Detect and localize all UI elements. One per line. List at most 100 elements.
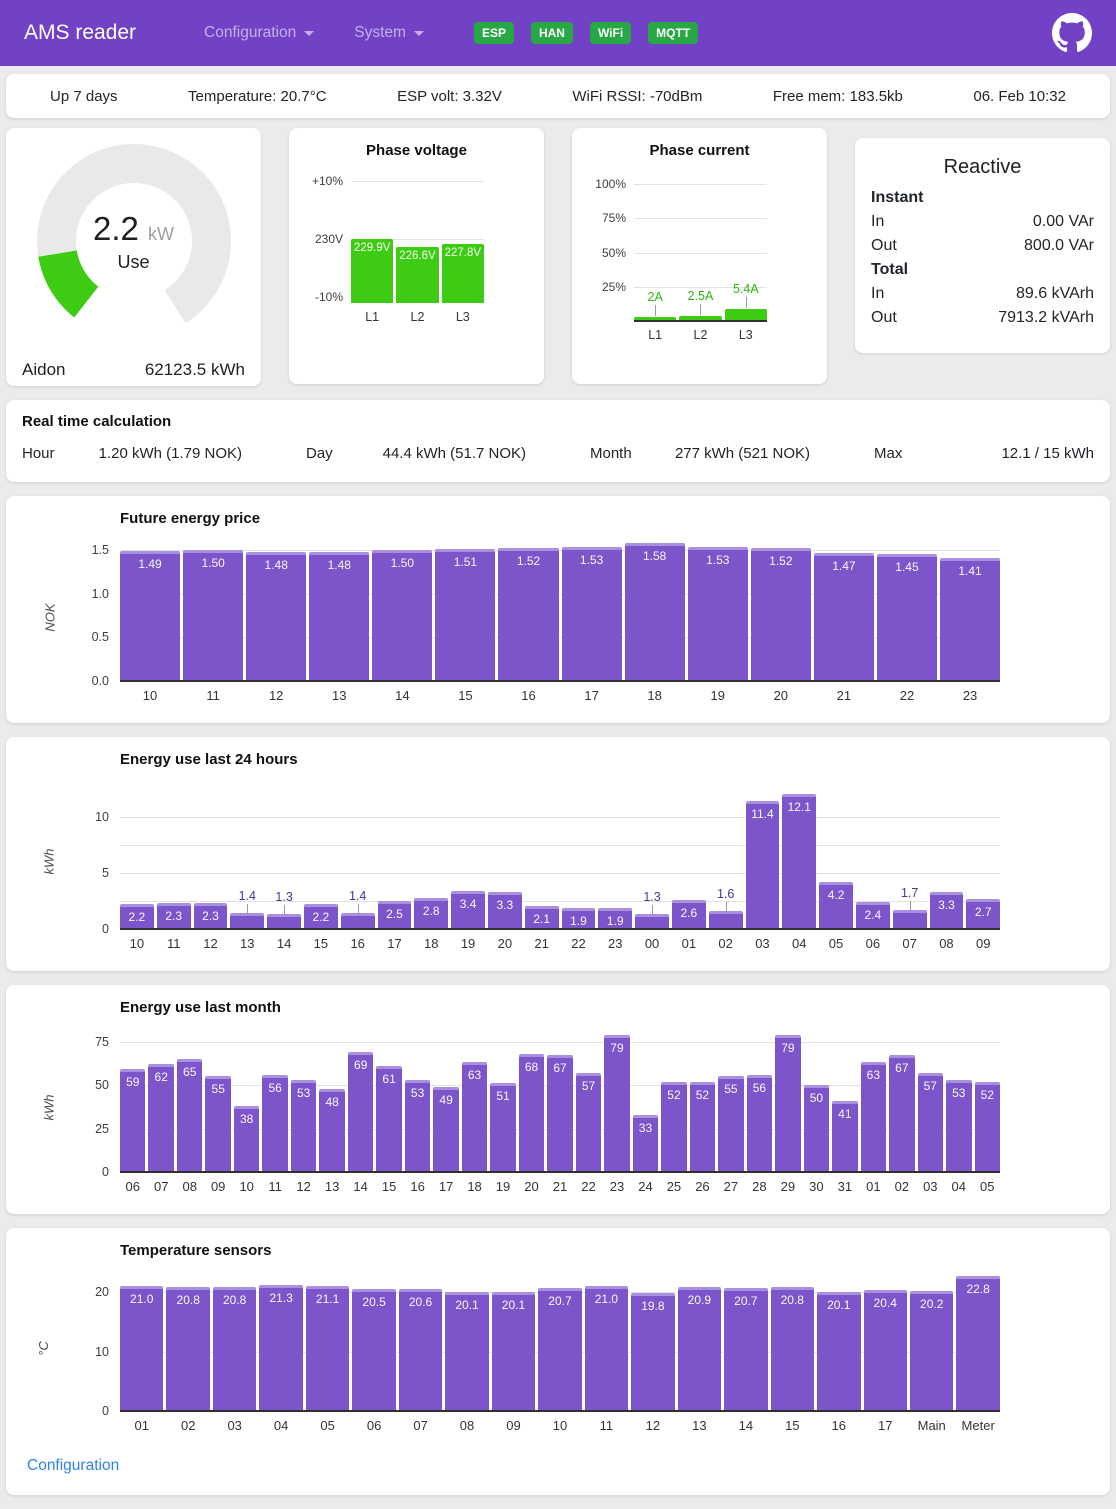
bar-18: 1.58 (625, 543, 685, 681)
x-tick-label: 19 (451, 936, 485, 951)
x-tick-label: 16 (498, 688, 558, 703)
bar-value-label: 1.45 (873, 560, 941, 574)
bar-value-label: 2.2 (300, 910, 342, 924)
status-badges: ESP HAN WiFi MQTT (474, 22, 698, 44)
bar-value-label: 20.8 (162, 1293, 213, 1307)
label-leader-line (652, 905, 653, 916)
x-tick-label: L2 (679, 328, 721, 342)
realtime-title: Real time calculation (22, 413, 1094, 430)
nav-menus: Configuration System (204, 24, 464, 42)
bar-23: 1.9 (598, 908, 632, 929)
x-tick-label: 30 (804, 1179, 829, 1194)
x-tick-label: 06 (120, 1179, 145, 1194)
energy-use-month-plot: 0255075596265553856534869615349635168675… (120, 1032, 1000, 1172)
bar-value-label: 20.4 (860, 1296, 911, 1310)
menu-system[interactable]: System (354, 24, 424, 42)
bar-12: 53 (291, 1080, 316, 1172)
menu-configuration[interactable]: Configuration (204, 24, 314, 42)
app-title: AMS reader (24, 21, 136, 45)
bar-10: 1.49 (120, 551, 180, 681)
chart-title: Temperature sensors (120, 1242, 1110, 1259)
bar-value-label: 20.8 (767, 1293, 818, 1307)
x-tick-label: 18 (462, 1179, 487, 1194)
x-tick-label: 17 (562, 688, 622, 703)
bar-20: 1.52 (751, 548, 811, 681)
configuration-link[interactable]: Configuration (27, 1457, 119, 1475)
bar-value-label: 2.5 (374, 907, 416, 921)
bar-value-label: 79 (771, 1041, 804, 1055)
label-leader-line (746, 297, 747, 308)
bar-00: 1.3 (635, 914, 669, 929)
bar-value-label: 20.8 (209, 1293, 260, 1307)
x-tick-label: 28 (747, 1179, 772, 1194)
x-tick-label: 31 (832, 1179, 857, 1194)
bar-14: 69 (348, 1052, 373, 1172)
bar-12: 2.3 (194, 903, 228, 929)
rt-label: Month (590, 445, 632, 462)
x-tick-label: 21 (525, 936, 559, 951)
bar-22: 1.9 (562, 908, 596, 929)
row-label: Out (871, 309, 897, 327)
bar-value-label: 49 (429, 1093, 462, 1107)
phase-voltage-plot: +10%230V-10%229.9V226.6V227.8V (351, 181, 484, 303)
x-tick-label: 17 (378, 936, 412, 951)
x-tick-label: 20 (488, 936, 522, 951)
phase-current-plot: 100%75%50%25%2A2.5A5.4A (634, 181, 767, 321)
bar-value-label: 20.5 (348, 1295, 399, 1309)
bar-21: 67 (547, 1055, 572, 1172)
x-tick-label: 26 (690, 1179, 715, 1194)
x-tick-label: 14 (267, 936, 301, 951)
y-tick-label: 0 (102, 922, 109, 936)
bar-value-label: 1.3 (245, 890, 323, 904)
bar-29: 79 (775, 1035, 800, 1172)
x-tick-label: 08 (177, 1179, 202, 1194)
bar-value-label: 79 (600, 1041, 633, 1055)
x-tick-label: 05 (975, 1179, 1000, 1194)
x-tick-label: 10 (120, 936, 154, 951)
x-tick-label: 13 (309, 688, 369, 703)
bar-value-label: 1.51 (431, 555, 499, 569)
y-tick-label: 1.5 (92, 543, 109, 557)
bar-value-label: 3.4 (447, 897, 489, 911)
bar-value-label: 67 (543, 1061, 576, 1075)
bar-value-label: 2.4 (852, 908, 894, 922)
bars-group: 1.491.501.481.481.501.511.521.531.581.53… (120, 543, 1000, 681)
free-mem-status: Free mem: 183.5kb (773, 88, 903, 105)
bar-14: 20.7 (724, 1288, 767, 1411)
bar-04: 53 (946, 1080, 971, 1172)
temperature-sensors-card: Temperature sensors °C 0102021.020.820.8… (6, 1228, 1110, 1495)
bar-value-label: 1.49 (116, 557, 184, 571)
bar-25: 52 (661, 1082, 686, 1172)
x-tick-label: 03 (918, 1179, 943, 1194)
bar-value-label: 1.9 (594, 914, 636, 928)
bar-value-label: 38 (230, 1112, 263, 1126)
rt-value: 44.4 kWh (51.7 NOK) (383, 445, 526, 462)
rt-value: 1.20 kWh (1.79 NOK) (99, 445, 242, 462)
x-tick-label: Meter (956, 1418, 999, 1433)
github-link[interactable] (1052, 13, 1092, 53)
future-energy-price-card: Future energy price NOK 0.00.51.01.51.49… (6, 496, 1110, 723)
bar-06: 59 (120, 1069, 145, 1172)
x-tick-label: 13 (678, 1418, 721, 1433)
top-cards-row: 2.2 kW Use Aidon 62123.5 kWh Phase volta… (6, 128, 1110, 386)
github-icon (1052, 13, 1092, 53)
bar-value-label: 21.3 (255, 1291, 306, 1305)
bar-09: 2.7 (966, 899, 1000, 929)
power-gauge-card: 2.2 kW Use Aidon 62123.5 kWh (6, 128, 261, 386)
bar-value-label: 1.50 (179, 556, 247, 570)
x-tick-label: 21 (814, 688, 874, 703)
y-tick-label: 25 (95, 1122, 109, 1136)
x-axis-labels: 0607080910111213141516171819202122232425… (120, 1179, 1000, 1194)
bar-09: 20.1 (492, 1292, 535, 1411)
x-tick-label: 22 (562, 936, 596, 951)
navbar: AMS reader Configuration System ESP HAN … (0, 0, 1116, 66)
label-leader-line (247, 904, 248, 915)
x-tick-label: 07 (148, 1179, 173, 1194)
row-value: 800.0 VAr (1024, 237, 1094, 255)
x-tick-label: 12 (291, 1179, 316, 1194)
bar-value-label: 226.6V (392, 250, 442, 262)
energy-use-24h-plot: 05102.22.32.31.41.32.21.42.52.83.43.32.1… (120, 784, 1000, 929)
bar-value-label: 20.1 (441, 1298, 492, 1312)
bar-value-label: 2.8 (410, 904, 452, 918)
bar-08: 65 (177, 1059, 202, 1172)
